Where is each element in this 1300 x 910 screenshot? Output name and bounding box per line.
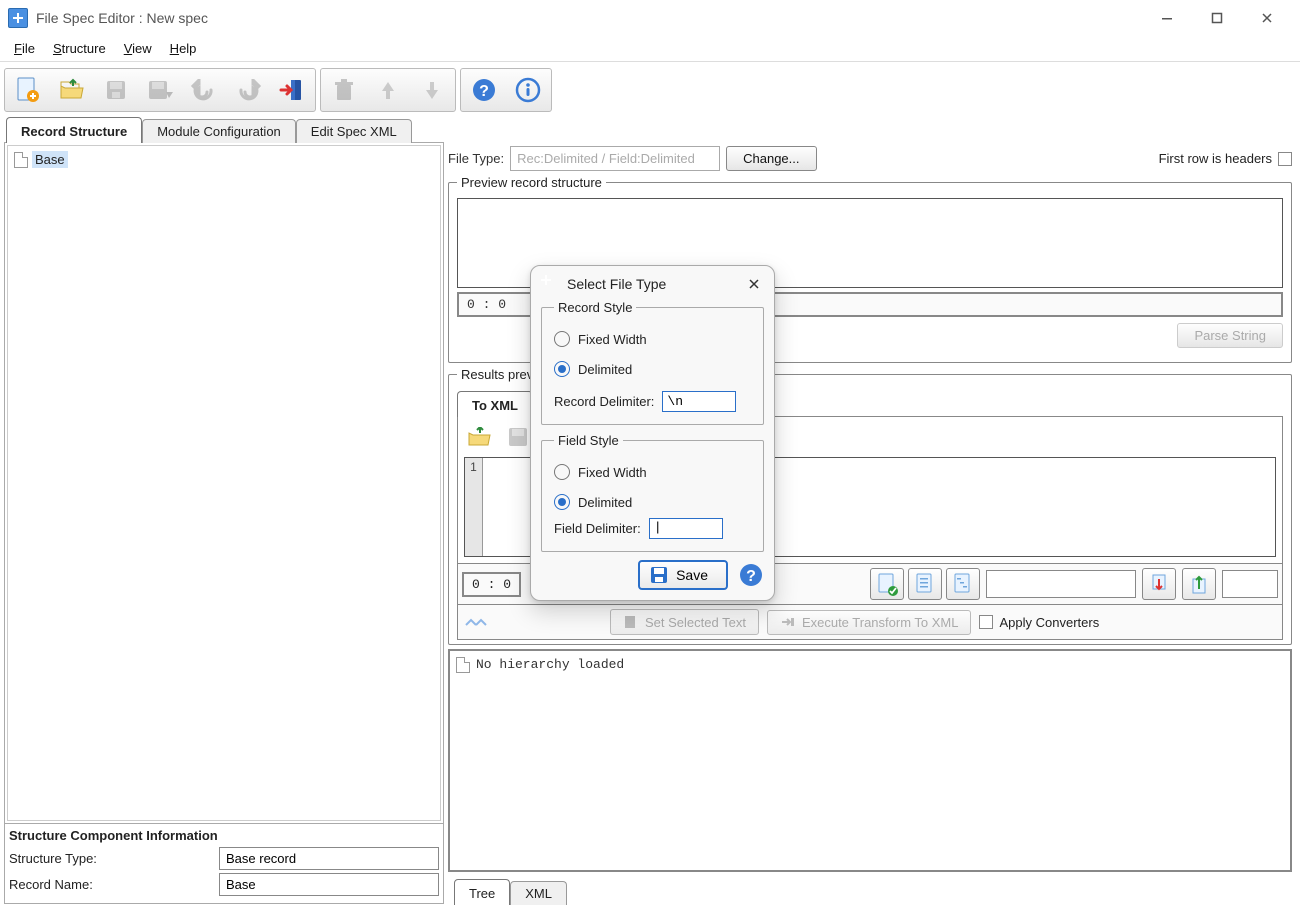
- results-counter: 0 : 0: [462, 572, 521, 597]
- file-type-field: [510, 146, 720, 171]
- collapse-handle-icon[interactable]: [462, 616, 490, 628]
- svg-text:?: ?: [479, 83, 489, 100]
- grid-row-header: 1: [465, 458, 483, 556]
- tab-to-xml[interactable]: To XML: [457, 391, 533, 417]
- menu-help[interactable]: Help: [162, 38, 205, 59]
- file-type-label: File Type:: [448, 151, 504, 166]
- structure-info-header: Structure Component Information: [9, 828, 439, 847]
- field-style-legend: Field Style: [554, 433, 623, 448]
- redo-icon[interactable]: [227, 71, 269, 109]
- tab-edit-spec-xml[interactable]: Edit Spec XML: [296, 119, 412, 143]
- set-selected-text-button[interactable]: Set Selected Text: [610, 609, 759, 635]
- download-icon[interactable]: [1142, 568, 1176, 600]
- help-icon[interactable]: ?: [463, 71, 505, 109]
- record-fixed-width-radio[interactable]: Fixed Width: [554, 331, 753, 347]
- menu-structure[interactable]: Structure: [45, 38, 114, 59]
- save-icon: [650, 566, 668, 584]
- delete-icon[interactable]: [323, 71, 365, 109]
- record-delimiter-label: Record Delimiter:: [554, 394, 654, 409]
- tab-module-configuration[interactable]: Module Configuration: [142, 119, 296, 143]
- results-filter-input[interactable]: [986, 570, 1136, 598]
- hierarchy-text: No hierarchy loaded: [476, 657, 624, 672]
- parse-string-button[interactable]: Parse String: [1177, 323, 1283, 348]
- structure-type-label: Structure Type:: [9, 851, 219, 866]
- titlebar: File Spec Editor : New spec: [0, 0, 1300, 36]
- undo-icon[interactable]: [183, 71, 225, 109]
- new-file-icon[interactable]: [7, 71, 49, 109]
- exit-icon[interactable]: [271, 71, 313, 109]
- minimize-button[interactable]: [1142, 2, 1192, 34]
- result-action-icon-1[interactable]: [870, 568, 904, 600]
- first-row-headers-label: First row is headers: [1159, 151, 1272, 166]
- field-delimited-radio[interactable]: Delimited: [554, 494, 753, 510]
- tab-tree[interactable]: Tree: [454, 879, 510, 905]
- results-count-input[interactable]: [1222, 570, 1278, 598]
- tree-node-base[interactable]: Base: [12, 150, 436, 169]
- change-button[interactable]: Change...: [726, 146, 816, 171]
- select-file-type-dialog: Select File Type Record Style Fixed Widt…: [530, 265, 775, 601]
- move-up-icon[interactable]: [367, 71, 409, 109]
- result-action-icon-3[interactable]: [946, 568, 980, 600]
- record-name-field[interactable]: [219, 873, 439, 896]
- app-icon: [8, 8, 28, 28]
- open-file-icon[interactable]: [51, 71, 93, 109]
- record-style-legend: Record Style: [554, 300, 636, 315]
- field-style-group: Field Style Fixed Width Delimited Field …: [541, 433, 764, 552]
- result-action-icon-2[interactable]: [908, 568, 942, 600]
- record-style-group: Record Style Fixed Width Delimited Recor…: [541, 300, 764, 425]
- close-button[interactable]: [1242, 2, 1292, 34]
- menubar: File Structure View Help: [0, 36, 1300, 62]
- toolbar-group-file: [4, 68, 316, 112]
- info-icon[interactable]: [507, 71, 549, 109]
- field-delimiter-label: Field Delimiter:: [554, 521, 641, 536]
- tree-node-label: Base: [32, 151, 68, 168]
- results-open-icon[interactable]: [464, 423, 496, 451]
- toolbar: ?: [0, 62, 1300, 114]
- execute-transform-button[interactable]: Execute Transform To XML: [767, 610, 972, 635]
- maximize-button[interactable]: [1192, 2, 1242, 34]
- app-icon: [541, 275, 559, 293]
- menu-file[interactable]: File: [6, 38, 43, 59]
- menu-view[interactable]: View: [116, 38, 160, 59]
- tab-xml[interactable]: XML: [510, 881, 567, 905]
- bottom-tabs: Tree XML: [448, 876, 1292, 904]
- dialog-title: Select File Type: [567, 276, 666, 292]
- dialog-help-icon[interactable]: ?: [738, 562, 764, 588]
- document-icon: [14, 152, 28, 168]
- record-name-label: Record Name:: [9, 877, 219, 892]
- svg-text:?: ?: [746, 568, 756, 585]
- record-delimiter-input[interactable]: [662, 391, 736, 412]
- structure-type-field[interactable]: [219, 847, 439, 870]
- upload-icon[interactable]: [1182, 568, 1216, 600]
- dialog-close-button[interactable]: [744, 274, 764, 294]
- toolbar-group-edit: [320, 68, 456, 112]
- hierarchy-panel[interactable]: No hierarchy loaded: [448, 649, 1292, 872]
- save-as-icon[interactable]: [139, 71, 181, 109]
- document-icon: [456, 657, 470, 673]
- left-pane: Base Structure Component Information Str…: [4, 142, 444, 904]
- record-delimited-radio[interactable]: Delimited: [554, 361, 753, 377]
- preview-legend: Preview record structure: [457, 175, 606, 190]
- tab-record-structure[interactable]: Record Structure: [6, 117, 142, 143]
- window-title: File Spec Editor : New spec: [36, 10, 208, 26]
- tree-view[interactable]: Base: [7, 145, 441, 821]
- main-tabs: Record Structure Module Configuration Ed…: [0, 114, 1300, 142]
- save-icon[interactable]: [95, 71, 137, 109]
- dialog-save-button[interactable]: Save: [638, 560, 728, 590]
- structure-info-panel: Structure Component Information Structur…: [5, 823, 443, 903]
- move-down-icon[interactable]: [411, 71, 453, 109]
- field-fixed-width-radio[interactable]: Fixed Width: [554, 464, 753, 480]
- apply-converters-checkbox[interactable]: Apply Converters: [979, 615, 1099, 630]
- field-delimiter-input[interactable]: [649, 518, 723, 539]
- first-row-headers-checkbox[interactable]: [1278, 152, 1292, 166]
- toolbar-group-help: ?: [460, 68, 552, 112]
